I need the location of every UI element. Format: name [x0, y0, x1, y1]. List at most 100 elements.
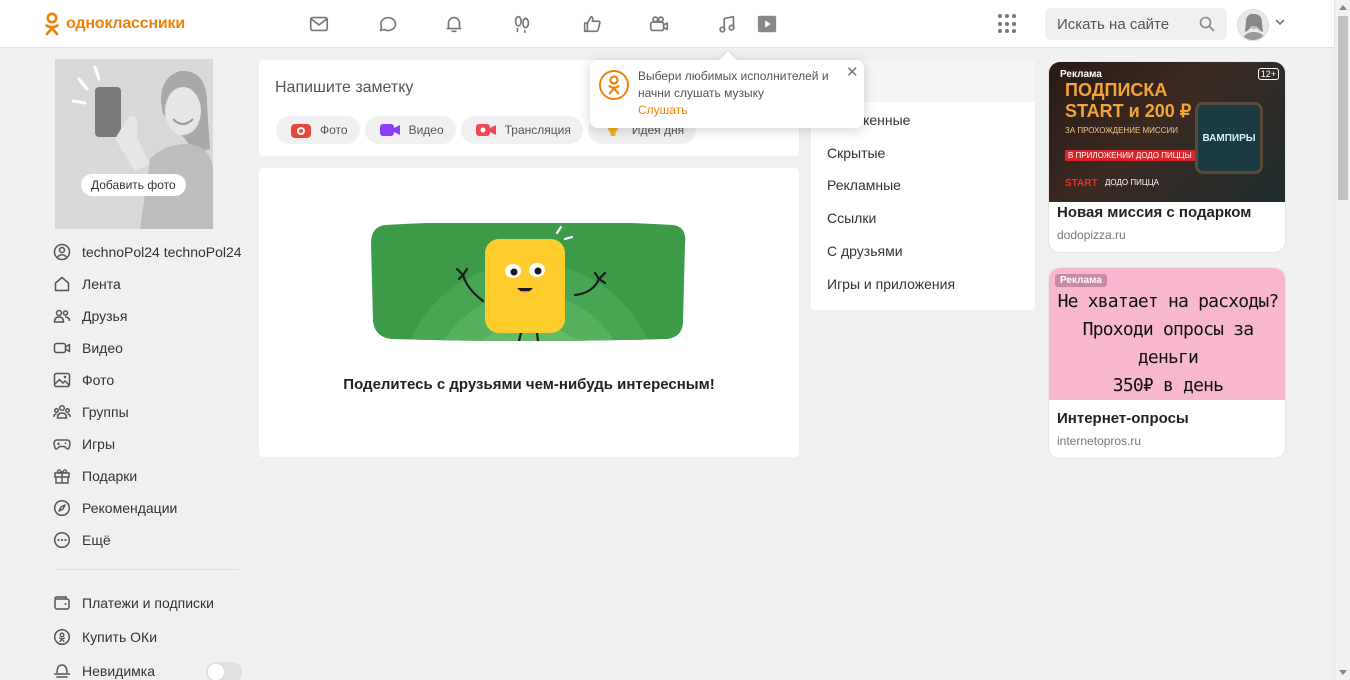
profile-photo[interactable]: Добавить фото [55, 59, 213, 229]
ad-domain: dodopizza.ru [1057, 228, 1126, 242]
camera-icon [290, 122, 312, 138]
filter-item-with-friends[interactable]: С друзьями [827, 243, 903, 259]
user-circle-icon [52, 242, 72, 262]
video-action-label: Видео [408, 123, 444, 137]
empty-feed-card: Поделитесь с друзьями чем-нибудь интерес… [259, 168, 799, 457]
filter-item-ads[interactable]: Рекламные [827, 177, 901, 193]
ad-promo-text: Не хватает на расходы? Проходи опросы за… [1049, 288, 1285, 400]
sidebar-item-label: Лента [82, 276, 121, 292]
video-calls-icon[interactable] [647, 12, 671, 36]
ad-promo-tag: В ПРИЛОЖЕНИИ ДОДО ПИЦЦЫ [1065, 150, 1195, 161]
popup-text: Выбери любимых исполнителей и начни слуш… [638, 69, 829, 100]
scrollbar-thumb[interactable] [1338, 16, 1348, 200]
scroll-up-arrow-icon[interactable] [1339, 5, 1347, 10]
notifications-icon[interactable] [442, 12, 466, 36]
sidebar-item-label: Платежи и подписки [82, 595, 214, 611]
ad-card-surveys[interactable]: Реклама Не хватает на расходы? Проходи о… [1048, 267, 1286, 459]
page-scrollbar[interactable] [1334, 0, 1350, 680]
empty-feed-text: Поделитесь с друзьями чем-нибудь интерес… [343, 376, 715, 393]
discussions-icon[interactable] [375, 12, 399, 36]
home-icon [52, 274, 72, 294]
sidebar-item-label: Друзья [82, 308, 128, 324]
sidebar-item-label: Группы [82, 404, 129, 420]
close-icon[interactable]: ✕ [846, 65, 859, 80]
profile-placeholder-illustration [55, 59, 213, 229]
compass-icon [52, 498, 72, 518]
apps-grid-icon[interactable] [998, 14, 1018, 34]
likes-icon[interactable] [580, 12, 604, 36]
search-box[interactable] [1045, 8, 1227, 40]
sidebar-item-label: Видео [82, 340, 123, 356]
sidebar-item-label: Рекомендации [82, 500, 178, 516]
ok-coin-icon [52, 627, 72, 647]
video-camera-icon [379, 122, 401, 138]
ad-promo-line: Не хватает на расходы? [1057, 291, 1280, 312]
ad-title: Новая миссия с подарком [1057, 204, 1252, 221]
ad-brand-dodo: ДОДО ПИЦЦА [1105, 178, 1159, 187]
sidebar-item-video[interactable]: Видео [52, 332, 244, 364]
invisible-toggle[interactable] [206, 662, 242, 680]
video-icon[interactable] [755, 12, 779, 36]
ad-label: Реклама [1055, 274, 1107, 287]
filter-item-games-apps[interactable]: Игры и приложения [827, 276, 955, 292]
logo-text: одноклассники [66, 15, 185, 32]
video-action-button[interactable]: Видео [364, 116, 456, 144]
filter-item-hidden[interactable]: Скрытые [827, 145, 885, 161]
scroll-down-arrow-icon[interactable] [1339, 670, 1347, 675]
sidebar-item-label: Игры [82, 436, 116, 452]
listen-link[interactable]: Слушать [638, 103, 687, 117]
ad-promo-line: ПОДПИСКА [1065, 80, 1168, 100]
sidebar-item-gifts[interactable]: Подарки [52, 460, 244, 492]
ad-promo-line: 350₽ в день [1112, 375, 1224, 396]
photo-icon [52, 370, 72, 390]
empty-feed-illustration [371, 223, 686, 341]
sidebar-item-more[interactable]: Ещё [52, 524, 244, 556]
age-rating: 12+ [1257, 68, 1279, 80]
sidebar-divider [55, 569, 239, 570]
ad-domain: internetopros.ru [1057, 434, 1142, 448]
popup-caret [719, 51, 737, 69]
sidebar-item-friends[interactable]: Друзья [52, 300, 244, 332]
sidebar-item-label: Ещё [82, 532, 111, 548]
gift-icon [52, 466, 72, 486]
ad-promo-line: Проходи опросы за деньги [1082, 319, 1254, 368]
filter-item-links[interactable]: Ссылки [827, 210, 876, 226]
messages-icon[interactable] [307, 12, 331, 36]
wallet-icon [52, 593, 72, 613]
sidebar-item-label: Фото [82, 372, 115, 388]
gamepad-icon [52, 434, 72, 454]
photo-action-button[interactable]: Фото [276, 116, 360, 144]
photo-action-label: Фото [320, 123, 348, 137]
friends-icon [52, 306, 72, 326]
sidebar-item-profile[interactable]: technoPol24 technoPol24 [52, 236, 244, 268]
more-icon [52, 530, 72, 550]
sidebar-item-recommendations[interactable]: Рекомендации [52, 492, 244, 524]
search-icon[interactable] [1199, 16, 1215, 32]
ok-logo-icon [599, 70, 629, 100]
sidebar-item-label: Купить ОКи [82, 629, 158, 645]
sidebar-nav: technoPol24 technoPol24 Лента Друзья Вид… [52, 236, 244, 556]
ad-image: Реклама 12+ ПОДПИСКА START и 200 ₽ ЗА ПР… [1049, 62, 1285, 202]
music-popup: Выбери любимых исполнителей и начни слуш… [590, 51, 864, 128]
profile-name: technoPol24 technoPol24 [82, 244, 242, 260]
ok-logo[interactable]: одноклассники [44, 12, 185, 36]
ad-brand-start: START [1065, 178, 1098, 189]
sidebar-item-groups[interactable]: Группы [52, 396, 244, 428]
sidebar-item-photo[interactable]: Фото [52, 364, 244, 396]
music-icon[interactable] [715, 12, 739, 36]
sidebar-item-games[interactable]: Игры [52, 428, 244, 460]
sidebar-item-payments[interactable]: Платежи и подписки [52, 586, 244, 620]
video-camera-icon [52, 338, 72, 358]
user-avatar[interactable] [1237, 9, 1269, 41]
invisible-icon [52, 661, 72, 680]
sidebar-item-feed[interactable]: Лента [52, 268, 244, 300]
sidebar-item-buy-ok[interactable]: Купить ОКи [52, 620, 244, 654]
broadcast-action-button[interactable]: Трансляция [460, 116, 583, 144]
search-input[interactable] [1057, 15, 1197, 33]
ad-title: Интернет-опросы [1057, 410, 1189, 427]
chevron-down-icon[interactable] [1274, 16, 1286, 28]
ad-card-dodo[interactable]: Реклама 12+ ПОДПИСКА START и 200 ₽ ЗА ПР… [1048, 61, 1286, 253]
add-photo-button[interactable]: Добавить фото [81, 174, 186, 196]
guests-icon[interactable] [510, 12, 534, 36]
note-input[interactable]: Напишите заметку [275, 79, 413, 97]
